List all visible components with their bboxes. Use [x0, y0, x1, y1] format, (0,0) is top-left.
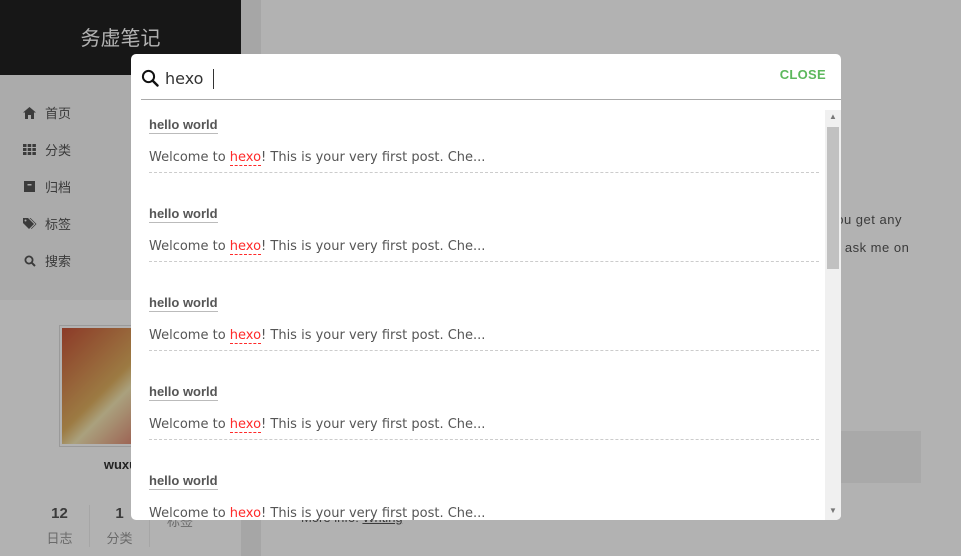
excerpt-text: Welcome to	[149, 417, 230, 432]
excerpt-text: Welcome to	[149, 150, 230, 165]
scrollbar[interactable]: ▲ ▼	[825, 110, 841, 520]
excerpt-text: Welcome to	[149, 328, 230, 343]
scroll-down-arrow-icon[interactable]: ▼	[825, 506, 841, 516]
search-result-item: hello world Welcome to hexo! This is your…	[149, 466, 823, 520]
keyword-highlight: hexo	[229, 417, 262, 433]
result-title-link[interactable]: hello world	[149, 117, 218, 134]
search-result-item: hello world Welcome to hexo! This is your…	[149, 199, 823, 288]
result-excerpt: Welcome to hexo! This is your very first…	[149, 328, 819, 351]
scroll-up-arrow-icon[interactable]: ▲	[825, 112, 841, 122]
result-title-link[interactable]: hello world	[149, 473, 218, 490]
excerpt-text: Welcome to	[149, 506, 230, 520]
excerpt-text: ! This is your very first post. Che...	[261, 239, 486, 254]
excerpt-text: Welcome to	[149, 239, 230, 254]
excerpt-text: ! This is your very first post. Che...	[261, 506, 486, 520]
result-excerpt: Welcome to hexo! This is your very first…	[149, 506, 819, 520]
search-icon	[141, 69, 159, 87]
search-header: CLOSE	[141, 54, 841, 100]
result-excerpt: Welcome to hexo! This is your very first…	[149, 150, 819, 173]
keyword-highlight: hexo	[229, 328, 262, 344]
keyword-highlight: hexo	[229, 239, 262, 255]
close-button[interactable]: CLOSE	[780, 67, 826, 82]
result-title-link[interactable]: hello world	[149, 295, 218, 312]
excerpt-text: ! This is your very first post. Che...	[261, 328, 486, 343]
keyword-highlight: hexo	[229, 150, 262, 166]
search-input[interactable]	[165, 65, 765, 91]
result-excerpt: Welcome to hexo! This is your very first…	[149, 417, 819, 440]
scrollbar-thumb[interactable]	[827, 127, 839, 269]
result-title-link[interactable]: hello world	[149, 206, 218, 223]
keyword-highlight: hexo	[229, 506, 262, 520]
result-excerpt: Welcome to hexo! This is your very first…	[149, 239, 819, 262]
result-title-link[interactable]: hello world	[149, 384, 218, 401]
search-results: hello world Welcome to hexo! This is your…	[149, 110, 823, 520]
search-result-item: hello world Welcome to hexo! This is your…	[149, 288, 823, 377]
text-caret	[213, 69, 214, 89]
search-popup: CLOSE hello worldWelcome to hexo! This i…	[131, 54, 841, 520]
excerpt-text: ! This is your very first post. Che...	[261, 417, 486, 432]
search-result-item: hello world Welcome to hexo! This is your…	[149, 110, 823, 199]
excerpt-text: ! This is your very first post. Che...	[261, 150, 486, 165]
search-result-item: hello world Welcome to hexo! This is your…	[149, 377, 823, 466]
